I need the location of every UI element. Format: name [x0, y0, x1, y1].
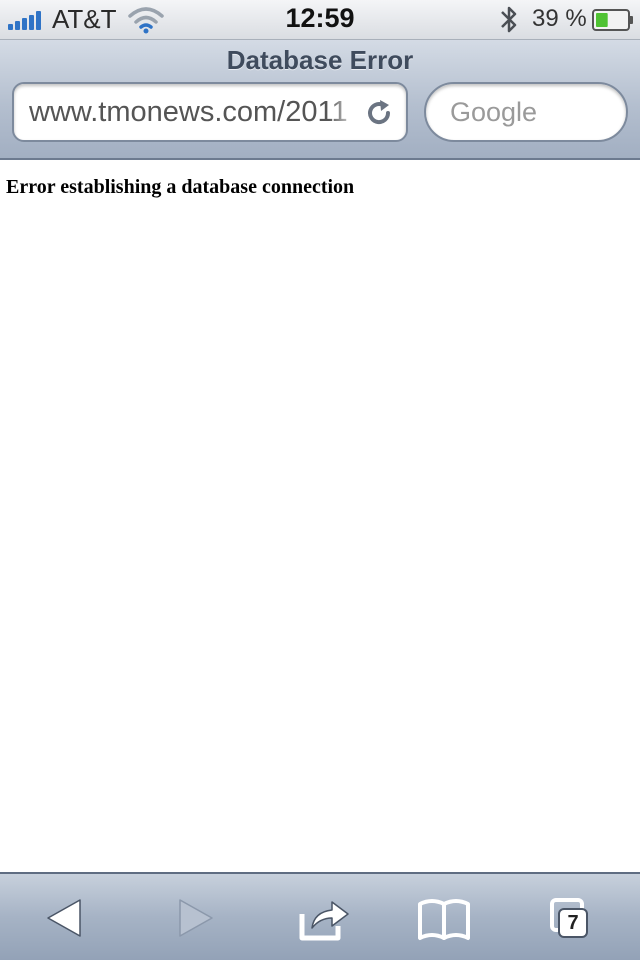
status-bar: AT&T 12:59 39 % — [0, 0, 640, 40]
share-button[interactable] — [296, 892, 352, 944]
carrier-name: AT&T — [52, 4, 117, 34]
reload-icon[interactable] — [364, 98, 394, 128]
battery-icon — [592, 9, 633, 31]
tab-count: 7 — [560, 910, 586, 936]
page-content: Error establishing a database connection — [0, 160, 640, 872]
signal-icon — [8, 10, 48, 30]
url-text[interactable]: www.tmonews.com/2011 — [29, 96, 359, 129]
tabs-button[interactable]: 7 — [546, 892, 602, 944]
back-icon — [47, 899, 81, 937]
bookmarks-icon — [418, 899, 470, 940]
page-title: Database Error — [226, 45, 414, 75]
share-icon — [299, 901, 349, 941]
wifi-icon — [128, 7, 164, 34]
search-placeholder: Google — [450, 97, 538, 127]
browser-header: Database Error www.tmonews.com/2011 Goog… — [0, 40, 640, 160]
forward-button[interactable] — [166, 892, 222, 944]
battery-percentage: 39 % — [532, 5, 587, 32]
bookmarks-button[interactable] — [416, 892, 472, 944]
forward-icon — [179, 899, 213, 937]
bluetooth-icon — [501, 6, 517, 33]
address-bar[interactable]: www.tmonews.com/2011 — [12, 82, 408, 142]
bottom-toolbar: 7 — [0, 872, 640, 960]
back-button[interactable] — [38, 892, 94, 944]
search-field[interactable]: Google — [424, 82, 628, 142]
error-message: Error establishing a database connection — [6, 176, 355, 198]
